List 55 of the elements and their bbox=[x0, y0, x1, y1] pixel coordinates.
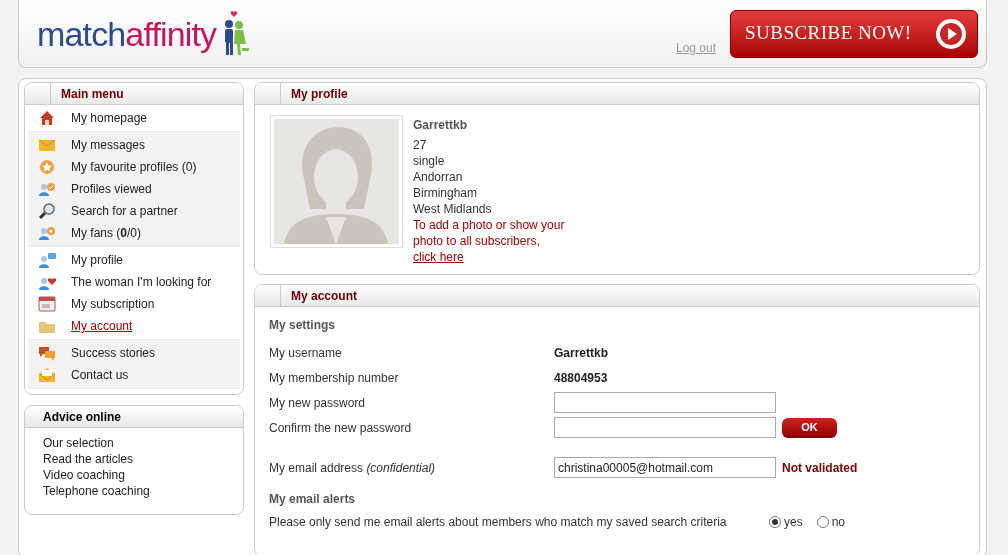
menu-item[interactable]: Success stories bbox=[71, 344, 156, 362]
alert-question: Please only send me email alerts about members who match my saved search criteria bbox=[269, 514, 728, 531]
advice-link[interactable]: Telephone coaching bbox=[43, 483, 150, 499]
profile-detail: Andorran bbox=[413, 169, 464, 185]
input-field[interactable]: christina00005@hotmail.com bbox=[554, 457, 776, 478]
profile-detail: 27 bbox=[413, 137, 428, 153]
panel-title: Main menu bbox=[60, 86, 124, 103]
field-label: My username bbox=[269, 344, 343, 362]
user-chat-icon bbox=[38, 251, 56, 269]
menu-item[interactable]: Search for a partner bbox=[71, 202, 178, 220]
radio-option[interactable]: no bbox=[816, 513, 846, 531]
menu-item[interactable]: My fans (0/0) bbox=[71, 224, 142, 242]
magnifier-icon bbox=[38, 202, 56, 220]
ok-button[interactable]: OK bbox=[782, 417, 837, 438]
open-envelope-icon bbox=[38, 366, 56, 384]
menu-item[interactable]: Contact us bbox=[71, 366, 129, 384]
field-label: Confirm the new password bbox=[269, 419, 413, 437]
field-label: My membership number bbox=[269, 369, 400, 387]
menu-item[interactable]: Profiles viewed bbox=[71, 180, 152, 198]
click-here-link[interactable]: click here bbox=[413, 249, 464, 265]
menu-item[interactable]: My profile bbox=[71, 251, 123, 269]
menu-item[interactable]: My favourite profiles (0) bbox=[71, 158, 197, 176]
radio-option[interactable]: yes bbox=[769, 513, 803, 531]
section-heading: My settings bbox=[269, 317, 336, 334]
field-value: Garrettkb bbox=[554, 344, 609, 362]
subscribe-button[interactable]: SUBSCRIBE NOW! bbox=[730, 9, 978, 58]
profile-detail: Birmingham bbox=[413, 185, 479, 201]
logo[interactable]: matchaffinity bbox=[37, 16, 217, 51]
menu-item[interactable]: My messages bbox=[71, 136, 146, 154]
section-heading: My email alerts bbox=[269, 491, 357, 508]
house-icon bbox=[38, 109, 56, 127]
speech-bubbles-icon bbox=[38, 344, 56, 362]
input-field[interactable] bbox=[554, 392, 776, 413]
advice-link[interactable]: Read the articles bbox=[43, 451, 134, 467]
panel-title: My account bbox=[290, 288, 357, 305]
panel-title: Advice online bbox=[42, 409, 122, 426]
menu-item[interactable]: My homepage bbox=[71, 109, 148, 127]
profile-username: Garrettkb bbox=[413, 117, 469, 133]
validation-status: Not validated bbox=[782, 459, 858, 477]
field-label: My new password bbox=[269, 394, 367, 412]
advice-link[interactable]: Video coaching bbox=[43, 467, 125, 483]
user-star-icon bbox=[38, 224, 56, 242]
advice-link[interactable]: Our selection bbox=[43, 435, 114, 451]
menu-item[interactable]: My account bbox=[71, 317, 133, 335]
play-icon bbox=[935, 17, 967, 50]
panel-title: My profile bbox=[290, 86, 348, 103]
input-field[interactable] bbox=[554, 417, 776, 438]
field-value: 48804953 bbox=[554, 369, 608, 387]
calendar-icon bbox=[38, 295, 56, 313]
field-label: My email address (confidential) bbox=[269, 459, 437, 477]
menu-item[interactable]: The woman I'm looking for bbox=[71, 273, 212, 291]
user-check-icon bbox=[38, 180, 56, 198]
menu-item[interactable]: My subscription bbox=[71, 295, 155, 313]
profile-detail: West Midlands bbox=[413, 201, 493, 217]
profile-detail: single bbox=[413, 153, 446, 169]
